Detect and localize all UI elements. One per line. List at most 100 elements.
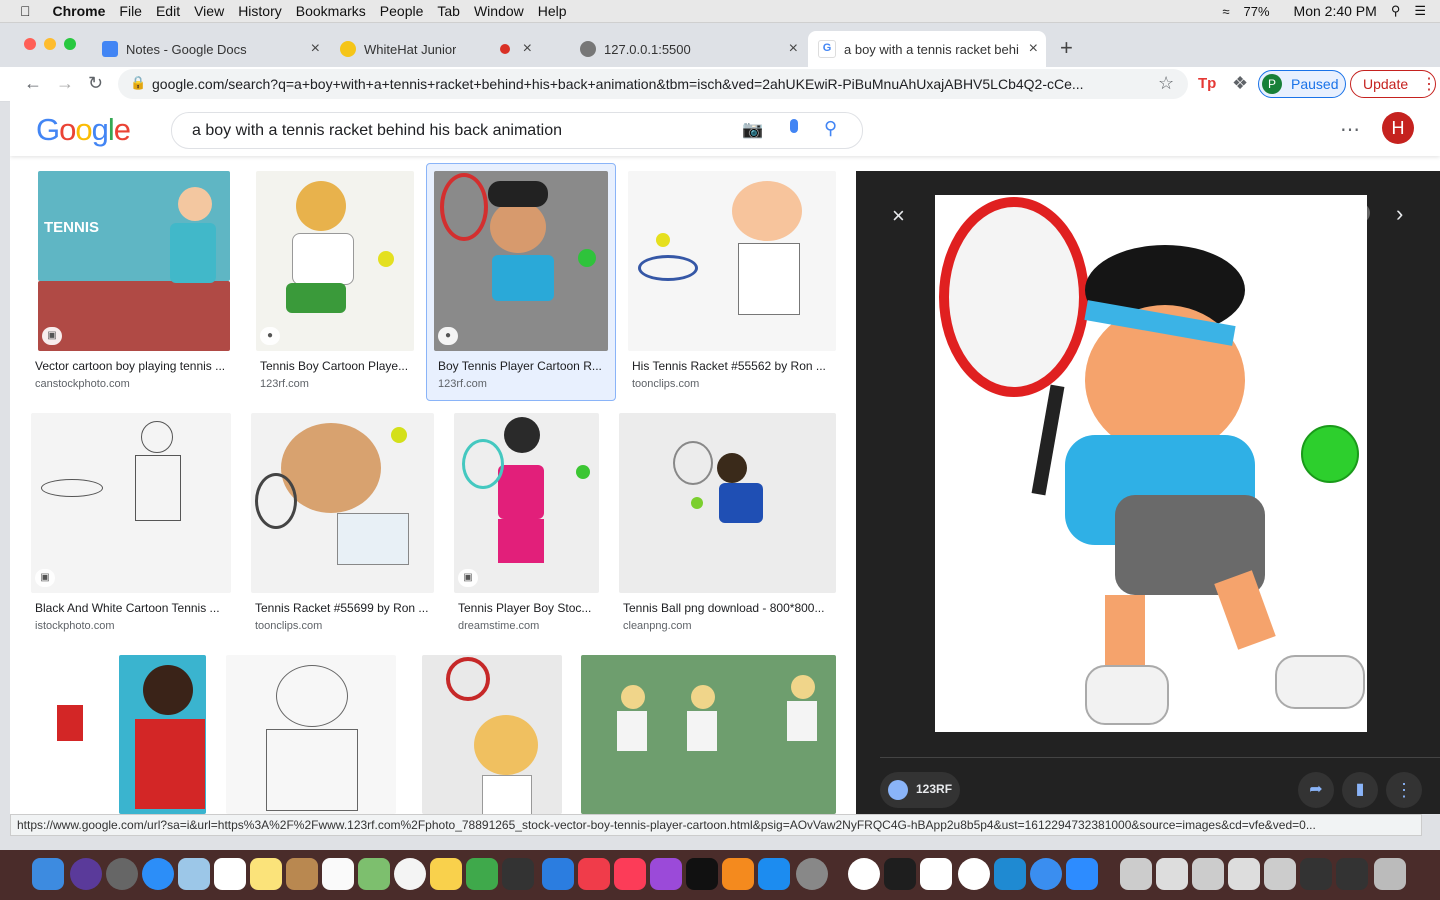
result-image-5[interactable]: ▣ bbox=[31, 413, 231, 593]
menu-app-name[interactable]: Chrome bbox=[53, 3, 106, 19]
menu-tab[interactable]: Tab bbox=[437, 3, 460, 19]
tab-google-search[interactable]: G a boy with a tennis racket behi × bbox=[808, 31, 1046, 67]
close-icon[interactable]: × bbox=[1029, 40, 1038, 58]
share-icon[interactable]: ➦ bbox=[1298, 772, 1334, 808]
result-source[interactable]: toonclips.com bbox=[255, 620, 322, 632]
microphone-icon[interactable] bbox=[790, 119, 798, 133]
extension-tp-icon[interactable]: Tp bbox=[1198, 75, 1216, 92]
window-zoom-button[interactable] bbox=[64, 38, 76, 50]
menu-help[interactable]: Help bbox=[538, 3, 567, 19]
mongodb-icon[interactable] bbox=[958, 858, 990, 890]
google-logo[interactable]: Google bbox=[36, 112, 131, 148]
calendar-icon[interactable] bbox=[214, 858, 246, 890]
menu-window[interactable]: Window bbox=[474, 3, 524, 19]
result-source[interactable]: istockphoto.com bbox=[35, 620, 114, 632]
podcasts-icon[interactable] bbox=[650, 858, 682, 890]
recent-window-icon[interactable] bbox=[1264, 858, 1296, 890]
menu-bookmarks[interactable]: Bookmarks bbox=[296, 3, 366, 19]
news-icon[interactable] bbox=[578, 858, 610, 890]
zoom-icon[interactable] bbox=[1066, 858, 1098, 890]
more-options-icon[interactable]: ⋮ bbox=[1386, 772, 1422, 808]
search-box[interactable]: a boy with a tennis racket behind his ba… bbox=[171, 112, 863, 149]
mail-icon[interactable] bbox=[178, 858, 210, 890]
result-image-9[interactable] bbox=[31, 655, 206, 814]
result-caption[interactable]: Tennis Player Boy Stoc... bbox=[458, 601, 598, 615]
profile-paused-button[interactable]: P Paused bbox=[1258, 70, 1346, 98]
tab-notes[interactable]: Notes - Google Docs × bbox=[92, 31, 328, 67]
reminders-icon[interactable] bbox=[322, 858, 354, 890]
result-image-2[interactable]: ● bbox=[256, 171, 414, 351]
control-center-icon[interactable]: ☰ bbox=[1414, 3, 1426, 19]
launchpad-icon[interactable] bbox=[106, 858, 138, 890]
tab-localhost[interactable]: 127.0.0.1:5500 × bbox=[570, 31, 806, 67]
tab-whitehat[interactable]: WhiteHat Junior × bbox=[330, 31, 540, 67]
update-button[interactable]: Update ⋮ bbox=[1350, 70, 1437, 98]
apple-tv-icon[interactable] bbox=[686, 858, 718, 890]
result-caption[interactable]: His Tennis Racket #55562 by Ron ... bbox=[632, 359, 832, 373]
result-image-3[interactable]: ● bbox=[434, 171, 608, 351]
spotlight-icon[interactable]: ⚲ bbox=[1391, 3, 1401, 19]
books-icon[interactable] bbox=[722, 858, 754, 890]
trash-icon[interactable] bbox=[1374, 858, 1406, 890]
battery-percent[interactable]: 77% bbox=[1244, 4, 1270, 19]
close-icon[interactable]: × bbox=[311, 40, 320, 58]
result-source[interactable]: 123rf.com bbox=[438, 378, 487, 390]
recent-window-icon[interactable] bbox=[1120, 858, 1152, 890]
new-tab-icon[interactable]: + bbox=[1060, 35, 1073, 61]
bookmark-star-icon[interactable]: ☆ bbox=[1158, 73, 1174, 94]
result-image-11[interactable] bbox=[422, 655, 562, 814]
keynote-icon[interactable] bbox=[542, 858, 574, 890]
menubar-clock[interactable]: Mon 2:40 PM bbox=[1294, 3, 1377, 19]
photos-icon[interactable] bbox=[394, 858, 426, 890]
result-source[interactable]: cleanpng.com bbox=[623, 620, 692, 632]
recent-window-icon[interactable] bbox=[1336, 858, 1368, 890]
result-caption[interactable]: Tennis Racket #55699 by Ron ... bbox=[255, 601, 433, 615]
safari-icon[interactable] bbox=[142, 858, 174, 890]
extensions-icon[interactable]: ❖ bbox=[1232, 73, 1248, 94]
recent-window-icon[interactable] bbox=[1300, 858, 1332, 890]
result-source[interactable]: dreamstime.com bbox=[458, 620, 539, 632]
utility-icon[interactable] bbox=[502, 858, 534, 890]
source-chip[interactable]: 123RF bbox=[880, 772, 960, 808]
acrobat-icon[interactable] bbox=[920, 858, 952, 890]
save-bookmark-icon[interactable]: ▮ bbox=[1342, 772, 1378, 808]
result-image-4[interactable] bbox=[628, 171, 836, 351]
vscode-icon[interactable] bbox=[994, 858, 1026, 890]
result-caption[interactable]: Black And White Cartoon Tennis ... bbox=[35, 601, 231, 615]
result-image-6[interactable] bbox=[251, 413, 434, 593]
reload-icon[interactable]: ↻ bbox=[88, 73, 103, 94]
system-preferences-icon[interactable] bbox=[796, 858, 828, 890]
menu-file[interactable]: File bbox=[119, 3, 142, 19]
menu-view[interactable]: View bbox=[194, 3, 224, 19]
result-image-8[interactable] bbox=[619, 413, 836, 593]
camera-search-icon[interactable]: 📷 bbox=[742, 120, 763, 140]
result-caption[interactable]: Vector cartoon boy playing tennis ... bbox=[35, 359, 231, 373]
contacts-icon[interactable] bbox=[286, 858, 318, 890]
search-query[interactable]: a boy with a tennis racket behind his ba… bbox=[192, 122, 562, 140]
result-caption[interactable]: Boy Tennis Player Cartoon R... bbox=[438, 359, 604, 373]
menu-people[interactable]: People bbox=[380, 3, 424, 19]
result-image-7[interactable]: ▣ bbox=[454, 413, 599, 593]
recent-window-icon[interactable] bbox=[1192, 858, 1224, 890]
finder-icon[interactable] bbox=[32, 858, 64, 890]
close-preview-icon[interactable]: × bbox=[892, 203, 905, 229]
address-bar[interactable]: 🔒 google.com/search?q=a+boy+with+a+tenni… bbox=[118, 69, 1188, 99]
messenger-icon[interactable] bbox=[1030, 858, 1062, 890]
result-image-10[interactable] bbox=[226, 655, 396, 814]
close-icon[interactable]: × bbox=[789, 40, 798, 58]
window-minimize-button[interactable] bbox=[44, 38, 56, 50]
lock-icon[interactable]: 🔒 bbox=[130, 75, 146, 91]
result-image-12[interactable] bbox=[581, 655, 836, 814]
result-source[interactable]: toonclips.com bbox=[632, 378, 699, 390]
chrome-icon[interactable] bbox=[848, 858, 880, 890]
terminal-icon[interactable] bbox=[884, 858, 916, 890]
numbers-icon[interactable] bbox=[466, 858, 498, 890]
result-source[interactable]: 123rf.com bbox=[260, 378, 309, 390]
next-image-icon[interactable]: › bbox=[1396, 201, 1403, 227]
notes-icon[interactable] bbox=[250, 858, 282, 890]
app-store-icon[interactable] bbox=[758, 858, 790, 890]
preview-image[interactable] bbox=[935, 195, 1367, 732]
result-caption[interactable]: Tennis Boy Cartoon Playe... bbox=[260, 359, 414, 373]
result-caption[interactable]: Tennis Ball png download - 800*800... bbox=[623, 601, 835, 615]
wifi-icon[interactable]: ≈ bbox=[1222, 4, 1229, 19]
